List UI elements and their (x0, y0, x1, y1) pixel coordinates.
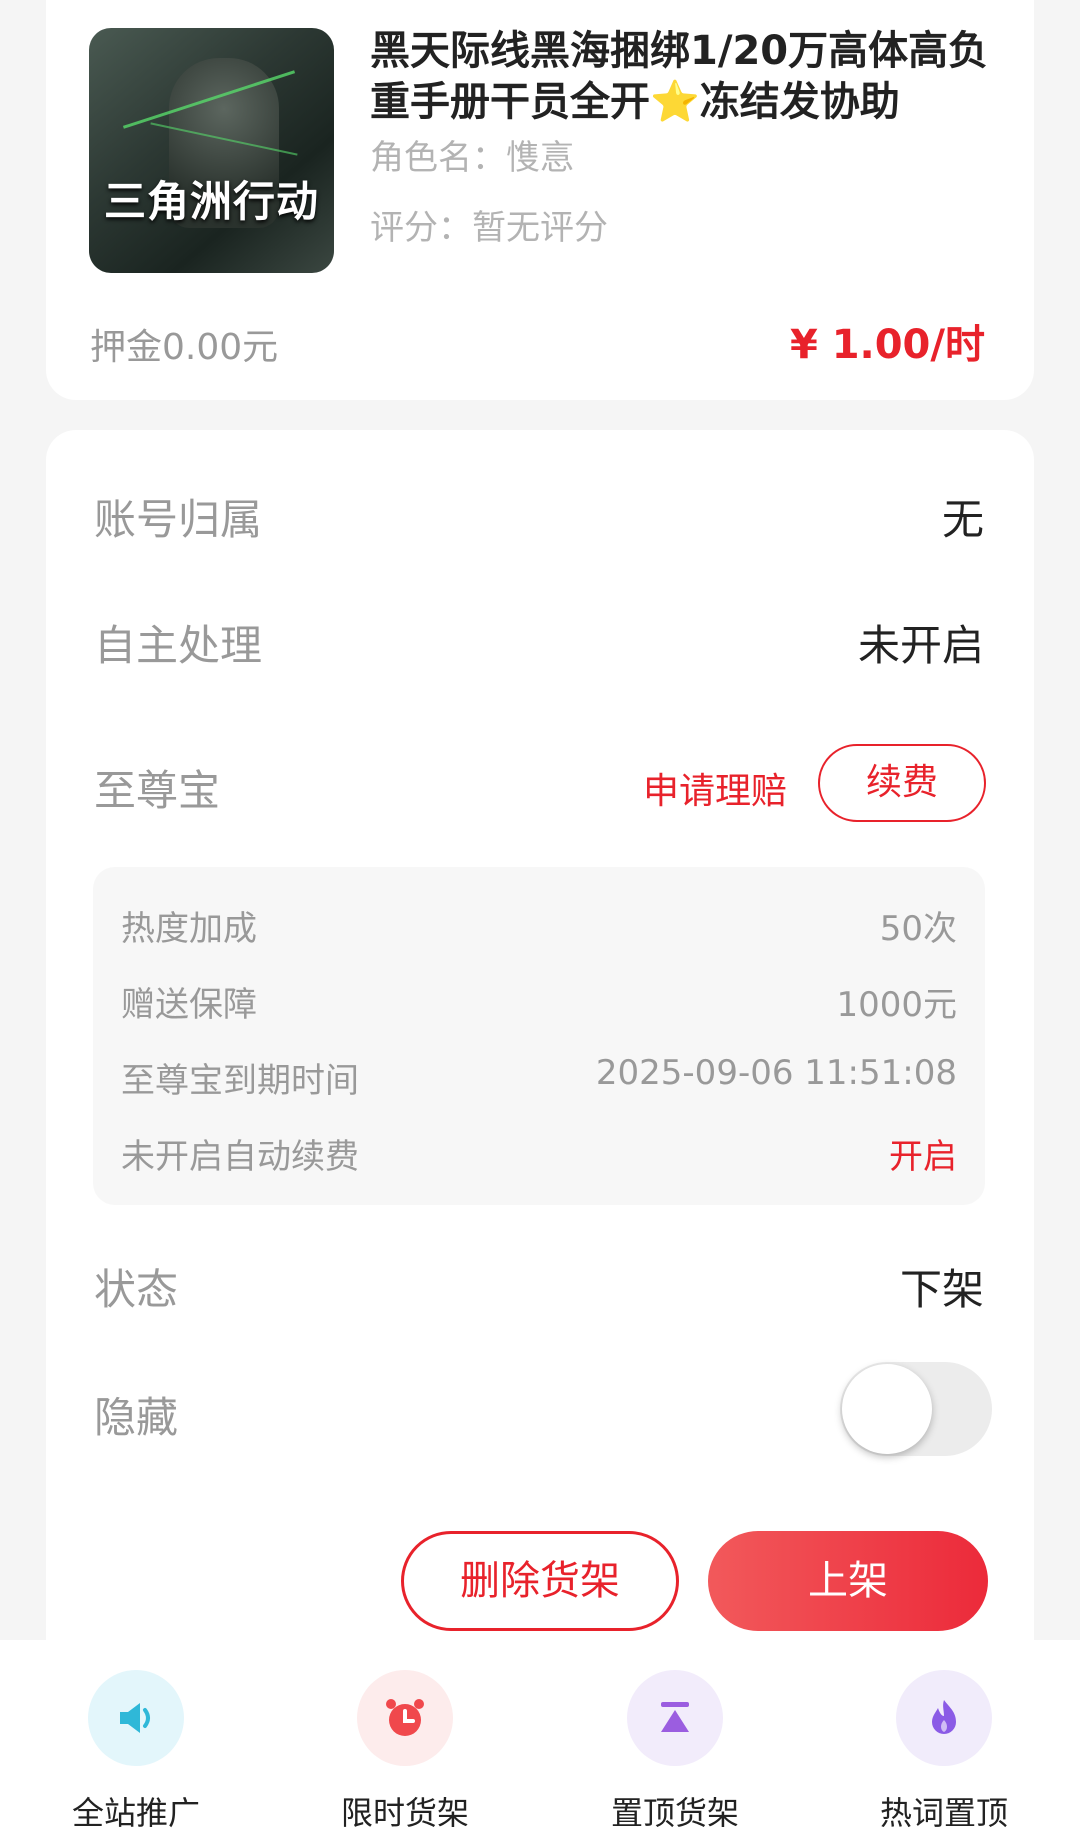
renew-button[interactable]: 续费 (818, 744, 986, 822)
tab-label: 全站推广 (71, 1794, 200, 1832)
self-handling-label: 自主处理 (94, 621, 263, 670)
deposit: 押金0.00元 (90, 327, 279, 368)
guarantee-value: 1000元 (836, 985, 957, 1025)
product-title: 黑天际线黑海捆绑1/20万高体高负重手册干员全开⭐冻结发协助 (370, 28, 989, 125)
rating: 评分：暂无评分 (370, 208, 608, 248)
speaker-icon (88, 1670, 184, 1766)
guarantee-label: 赠送保障 (121, 985, 257, 1025)
tab-pinned-shelf[interactable]: 置顶货架 (575, 1670, 775, 1834)
bottom-tabbar: 全站推广 限时货架 置顶货架 热词置顶 (0, 1640, 1080, 1841)
tab-limited-shelf[interactable]: 限时货架 (305, 1670, 505, 1834)
auto-renew-enable-link[interactable]: 开启 (889, 1129, 957, 1178)
apply-claim-link[interactable]: 申请理赔 (643, 762, 787, 814)
supreme-label: 至尊宝 (94, 766, 221, 815)
status-value: 下架 (899, 1265, 984, 1314)
tab-label: 热词置顶 (879, 1794, 1008, 1832)
thumbnail-game-logo: 三角洲行动 (103, 177, 319, 226)
product-thumbnail[interactable]: 三角洲行动 (89, 28, 334, 273)
flame-icon (896, 1670, 992, 1766)
hidden-toggle[interactable] (840, 1362, 992, 1456)
delete-shelf-button[interactable]: 删除货架 (401, 1531, 679, 1631)
tab-label: 限时货架 (340, 1794, 469, 1832)
role-name: 角色名：愯悥 (370, 138, 574, 178)
tab-hotword-top[interactable]: 热词置顶 (844, 1670, 1044, 1834)
account-owner-label: 账号归属 (94, 495, 263, 544)
self-handling-value: 未开启 (857, 621, 984, 670)
tab-site-promotion[interactable]: 全站推广 (36, 1670, 236, 1834)
status-label: 状态 (94, 1265, 179, 1314)
expiry-label: 至尊宝到期时间 (121, 1061, 359, 1101)
auto-renew-label: 未开启自动续费 (121, 1137, 359, 1177)
toggle-knob (842, 1364, 932, 1454)
heat-bonus-value: 50次 (879, 909, 957, 949)
expiry-value: 2025-09-06 11:51:08 (595, 1053, 957, 1093)
alarm-clock-icon (357, 1670, 453, 1766)
supreme-info-box: 热度加成 50次 赠送保障 1000元 至尊宝到期时间 2025-09-06 1… (93, 867, 985, 1205)
tab-label: 置顶货架 (610, 1794, 739, 1832)
hidden-label: 隐藏 (94, 1393, 179, 1442)
heat-bonus-label: 热度加成 (121, 909, 257, 949)
pin-top-icon (627, 1670, 723, 1766)
list-on-shelf-button[interactable]: 上架 (708, 1531, 988, 1631)
account-owner-value: 无 (941, 495, 984, 544)
price: ¥ 1.00/时 (789, 322, 985, 368)
